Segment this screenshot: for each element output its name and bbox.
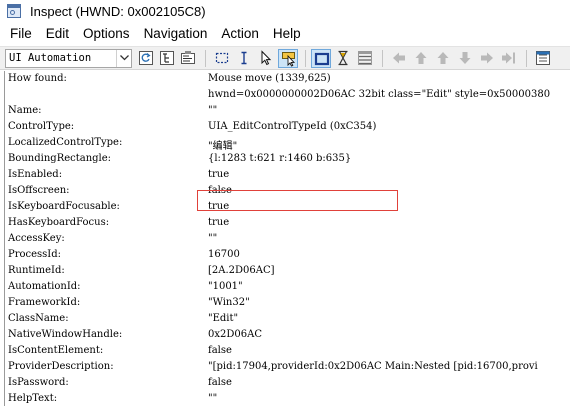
events-button[interactable] — [355, 49, 375, 68]
property-name: AutomationId: — [8, 281, 81, 292]
property-value: "1001" — [208, 281, 243, 292]
menu-file[interactable]: File — [0, 22, 39, 46]
property-value: true — [208, 217, 230, 228]
nav-end-button[interactable] — [499, 49, 519, 68]
control-type-highlight-box — [197, 190, 398, 211]
menu-bar: File Edit Options Navigation Action Help — [0, 22, 570, 46]
property-name: IsPassword: — [8, 377, 69, 388]
toolbar: UI Automation — [0, 46, 570, 70]
property-value: "Edit" — [208, 313, 239, 324]
focus-rect-button[interactable] — [212, 49, 232, 68]
nav-right-button[interactable] — [477, 49, 497, 68]
text-cursor-button[interactable] — [234, 49, 254, 68]
property-name: FrameworkId: — [8, 297, 81, 308]
mode-select-value: UI Automation — [9, 52, 92, 64]
property-value: {l:1283 t:621 r:1460 b:635} — [208, 153, 352, 164]
property-name: ProviderDescription: — [8, 361, 114, 372]
tree-view-button[interactable] — [157, 49, 177, 68]
nav-down-button[interactable] — [455, 49, 475, 68]
refresh-button[interactable] — [136, 49, 156, 68]
property-value: hwnd=0x0000000002D06AC 32bit class="Edit… — [208, 89, 551, 100]
menu-options[interactable]: Options — [76, 22, 137, 46]
title-bar: Inspect (HWND: 0x002105C8) — [0, 0, 570, 22]
nav-up-alt-button[interactable] — [433, 49, 453, 68]
property-value: 0x2D06AC — [208, 329, 262, 340]
property-name: HasKeyboardFocus: — [8, 217, 110, 228]
property-name: LocalizedControlType: — [8, 137, 123, 148]
mode-select[interactable]: UI Automation — [5, 49, 132, 68]
property-name: How found: — [8, 73, 67, 84]
property-value: Mouse move (1339,625) — [208, 73, 331, 84]
property-value: [2A.2D06AC] — [208, 265, 275, 276]
property-name: NativeWindowHandle: — [8, 329, 123, 340]
pointer-button[interactable] — [256, 49, 276, 68]
property-value: 16700 — [208, 249, 240, 260]
property-value: "[pid:17904,providerId:0x2D06AC Main:Nes… — [208, 361, 538, 372]
property-name: HelpText: — [8, 393, 58, 404]
property-value: UIA_EditControlTypeId (0xC354) — [208, 121, 377, 132]
toolbar-separator — [305, 50, 306, 67]
highlight-button[interactable] — [311, 49, 331, 68]
property-name: IsOffscreen: — [8, 185, 70, 196]
property-name: AccessKey: — [8, 233, 65, 244]
property-name: ControlType: — [8, 121, 75, 132]
toolbar-separator — [526, 50, 527, 67]
property-value: "" — [208, 393, 218, 404]
property-value: false — [208, 345, 232, 356]
property-name: Name: — [8, 105, 42, 116]
properties-pane[interactable]: How found: Mouse move (1339,625) hwnd=0x… — [0, 71, 570, 406]
properties-button[interactable] — [178, 49, 198, 68]
menu-action[interactable]: Action — [214, 22, 266, 46]
chevron-down-icon[interactable] — [116, 50, 131, 67]
pane-border — [4, 71, 5, 406]
inspect-window-icon — [6, 3, 22, 19]
nav-up-button[interactable] — [411, 49, 431, 68]
menu-edit[interactable]: Edit — [39, 22, 76, 46]
property-name: ProcessId: — [8, 249, 62, 260]
toolbar-separator — [382, 50, 383, 67]
nav-left-button[interactable] — [389, 49, 409, 68]
property-value: "Win32" — [208, 297, 250, 308]
property-value: true — [208, 169, 230, 180]
menu-navigation[interactable]: Navigation — [137, 22, 215, 46]
property-name: IsKeyboardFocusable: — [8, 201, 120, 212]
toolbar-separator — [205, 50, 206, 67]
timer-button[interactable] — [333, 49, 353, 68]
property-value: "" — [208, 105, 218, 116]
hover-tracking-button[interactable] — [278, 49, 298, 68]
property-name: ClassName: — [8, 313, 69, 324]
property-value: "编辑" — [208, 141, 238, 152]
window-title: Inspect (HWND: 0x002105C8) — [30, 3, 206, 19]
property-name: IsContentElement: — [8, 345, 104, 356]
expand-button[interactable] — [533, 49, 553, 68]
property-name: BoundingRectangle: — [8, 153, 112, 164]
menu-help[interactable]: Help — [266, 22, 308, 46]
property-value: "" — [208, 233, 218, 244]
property-name: RuntimeId: — [8, 265, 65, 276]
property-value: false — [208, 377, 232, 388]
property-name: IsEnabled: — [8, 169, 63, 180]
